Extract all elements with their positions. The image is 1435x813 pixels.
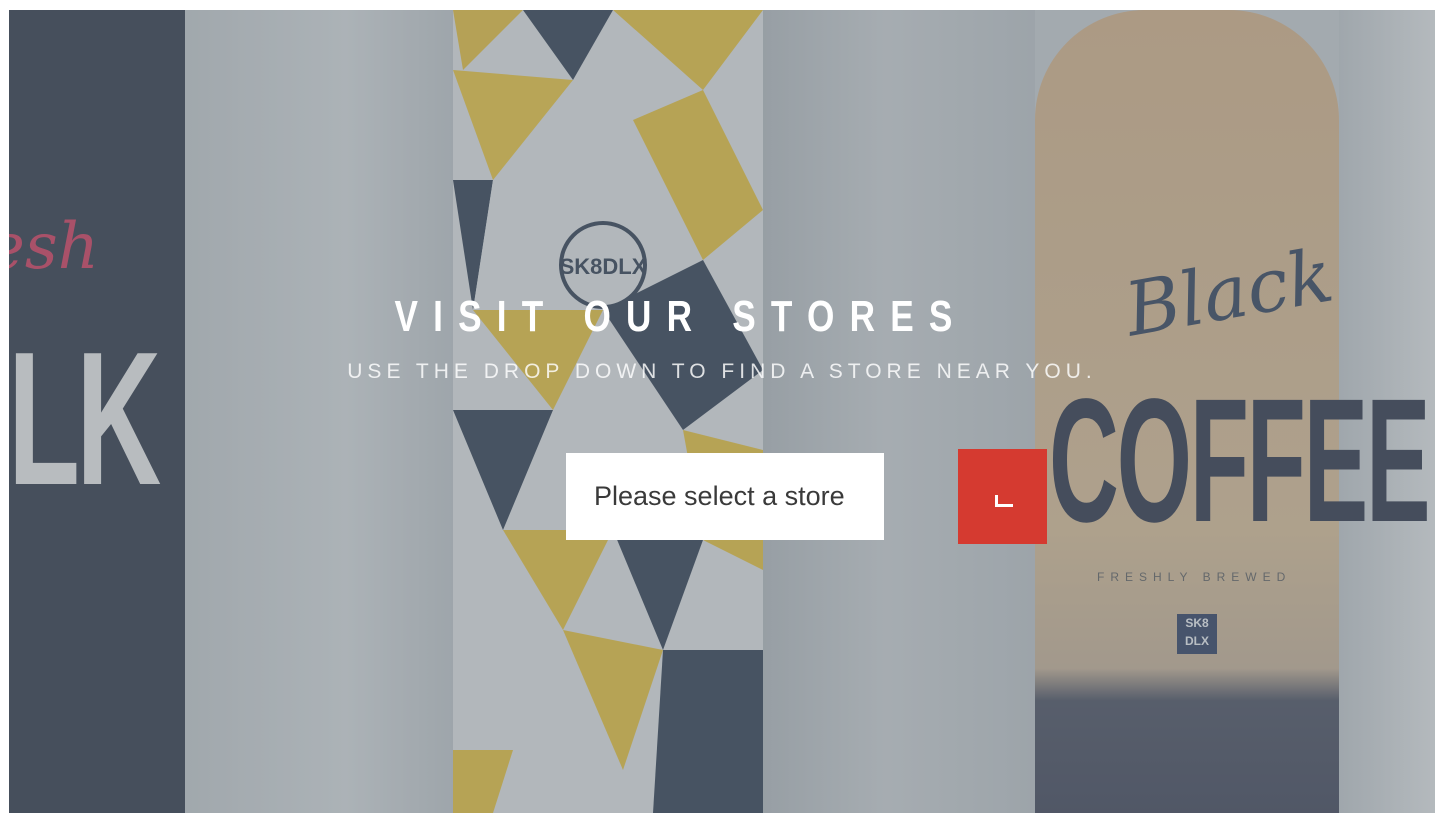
store-go-button[interactable] [958, 449, 1047, 544]
page-title: VISIT OUR STORES [394, 292, 968, 341]
store-select-value: Please select a store [594, 481, 845, 511]
store-select-dropdown[interactable]: Please select a store [566, 453, 884, 540]
page-subtitle: USE THE DROP DOWN TO FIND A STORE NEAR Y… [347, 360, 1097, 383]
hero-overlay [9, 10, 1435, 813]
chevron-down-icon [994, 494, 1013, 507]
hero-section: esh ILK SK8DLX [9, 10, 1435, 813]
